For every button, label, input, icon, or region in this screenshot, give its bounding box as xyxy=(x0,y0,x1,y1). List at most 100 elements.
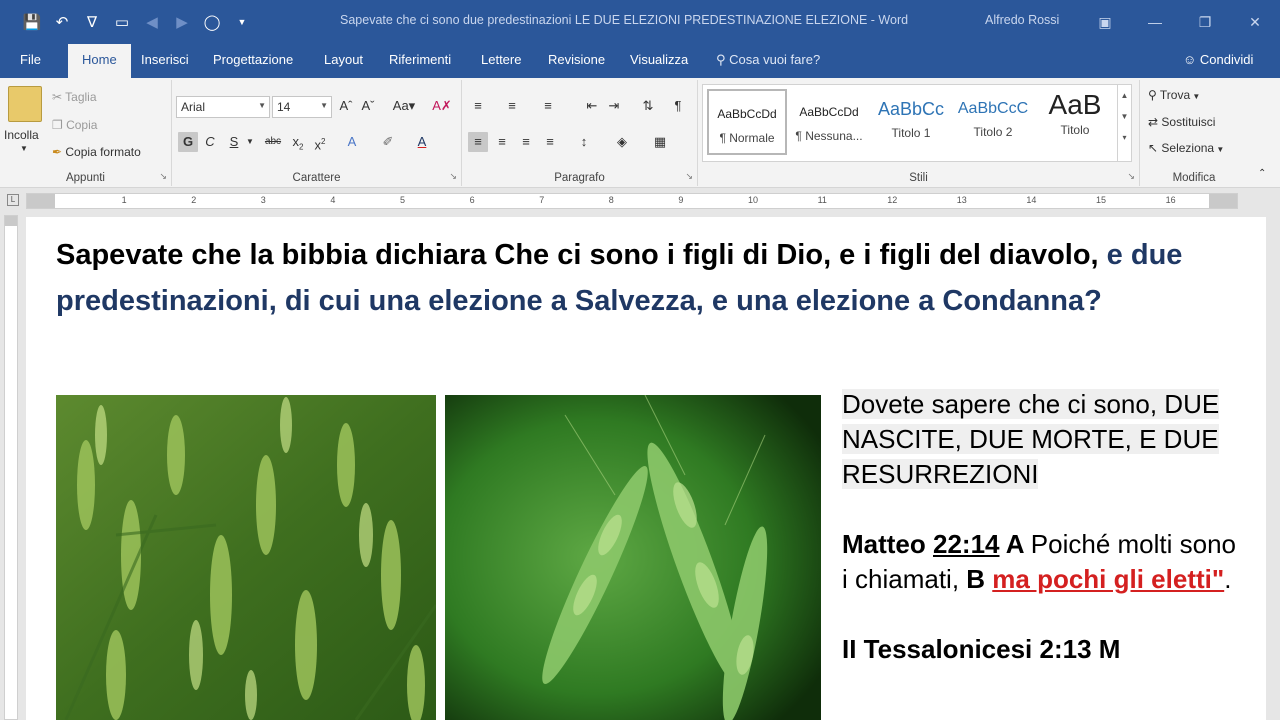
change-case-icon[interactable]: Aa▾ xyxy=(390,96,418,116)
increase-indent-icon[interactable]: ⇥ xyxy=(604,96,624,116)
find-button[interactable]: ⚲ Trova ▼ xyxy=(1148,88,1200,102)
align-left-icon[interactable]: ≡ xyxy=(468,132,488,152)
customize-qat-icon[interactable]: ▼ xyxy=(230,10,254,34)
collapse-ribbon-icon[interactable]: ⌃ xyxy=(1258,168,1266,179)
clipboard-launcher-icon[interactable]: ↘ xyxy=(159,171,167,182)
tab-review[interactable]: Revisione xyxy=(548,52,605,67)
tab-file[interactable]: File xyxy=(20,52,41,67)
shading-icon[interactable]: ◈ xyxy=(612,132,632,152)
window-controls: ▣ — ❐ ✕ xyxy=(1080,0,1280,44)
justify-icon[interactable]: ≡ xyxy=(540,132,560,152)
borders-icon[interactable]: ▦ xyxy=(650,132,670,152)
chevron-down-icon: ▼ xyxy=(258,101,266,110)
sort-icon[interactable]: ⇅ xyxy=(638,96,658,116)
multilevel-list-icon[interactable]: ≡ xyxy=(538,96,558,116)
tab-references[interactable]: Riferimenti xyxy=(389,52,451,67)
ruler-number: 7 xyxy=(539,195,545,205)
quick-access-toolbar: 💾 ↶ ∇ ▭ ◀ ▶ ◯ ▼ xyxy=(0,10,254,34)
document-page[interactable]: Sapevate che la bibbia dichiara Che ci s… xyxy=(26,217,1266,720)
tab-mailings[interactable]: Lettere xyxy=(481,52,521,67)
print-preview-icon[interactable]: ▭ xyxy=(110,10,134,34)
circle-icon[interactable]: ◯ xyxy=(200,10,224,34)
font-name-value: Arial xyxy=(181,100,206,114)
style-heading-1[interactable]: AaBbCc Titolo 1 xyxy=(871,89,951,155)
back-icon[interactable]: ◀ xyxy=(140,10,164,34)
chevron-down-icon: ▼ xyxy=(320,101,328,110)
chevron-down-icon[interactable]: ▼ xyxy=(1118,112,1131,121)
styles-scroll[interactable]: ▲ ▼ ▾ xyxy=(1117,85,1131,161)
numbering-icon[interactable]: ≡ xyxy=(502,96,522,116)
subscript-button[interactable]: x2 xyxy=(288,132,308,152)
font-color-icon[interactable]: A xyxy=(412,132,432,152)
maximize-icon[interactable]: ❐ xyxy=(1180,14,1230,31)
style-preview: AaBbCcDd xyxy=(799,105,859,119)
wheat-field-photo[interactable] xyxy=(56,395,436,720)
copy-button[interactable]: ❐ Copia xyxy=(52,118,97,132)
horizontal-ruler[interactable]: 1 2 3 4 5 6 7 8 9 10 11 12 13 14 15 16 xyxy=(26,193,1238,209)
select-label: Seleziona xyxy=(1161,141,1215,155)
format-painter-button[interactable]: ✒ Copia formato xyxy=(52,145,141,159)
style-no-spacing[interactable]: AaBbCcDd ¶ Nessuna... xyxy=(789,89,869,155)
forward-icon[interactable]: ▶ xyxy=(170,10,194,34)
close-icon[interactable]: ✕ xyxy=(1230,14,1280,31)
ruler-bar: L 1 2 3 4 5 6 7 8 9 10 11 12 13 14 15 16 xyxy=(0,189,1280,215)
undo-icon[interactable]: ↶ xyxy=(50,10,74,34)
align-right-icon[interactable]: ≡ xyxy=(516,132,536,152)
styles-launcher-icon[interactable]: ↘ xyxy=(1127,171,1135,182)
ruler-number: 16 xyxy=(1165,195,1176,205)
clear-formatting-icon[interactable]: A✗ xyxy=(432,96,452,116)
bold-button[interactable]: G xyxy=(178,132,198,152)
select-button[interactable]: ↖ Seleziona ▼ xyxy=(1148,141,1224,155)
tab-design[interactable]: Progettazione xyxy=(213,52,293,67)
copy-icon: ❐ xyxy=(52,118,67,132)
italic-button[interactable]: C xyxy=(200,132,220,152)
replace-button[interactable]: ⇄ Sostituisci xyxy=(1148,115,1215,129)
tell-me-box[interactable]: ⚲ Cosa vuoi fare? xyxy=(716,52,820,68)
font-name-dropdown[interactable]: Arial ▼ xyxy=(176,96,270,118)
style-normal[interactable]: AaBbCcDd ¶ Normale xyxy=(707,89,787,155)
chevron-up-icon[interactable]: ▲ xyxy=(1118,91,1131,100)
font-launcher-icon[interactable]: ↘ xyxy=(449,171,457,182)
side-text-column[interactable]: Dovete sapere che ci sono, DUE NASCITE, … xyxy=(842,387,1237,702)
wheat-ears-image xyxy=(445,395,821,720)
verse-end: . xyxy=(1224,564,1232,594)
tab-view[interactable]: Visualizza xyxy=(630,52,688,67)
decrease-indent-icon[interactable]: ⇤ xyxy=(582,96,602,116)
paste-icon[interactable] xyxy=(8,86,42,122)
minimize-icon[interactable]: — xyxy=(1130,14,1180,30)
grow-font-icon[interactable]: Aˆ xyxy=(336,96,356,116)
line-spacing-icon[interactable]: ↕ xyxy=(574,132,594,152)
search-icon: ⚲ xyxy=(1148,88,1160,102)
paragraph-launcher-icon[interactable]: ↘ xyxy=(685,171,693,182)
format-painter-qat-icon[interactable]: ∇ xyxy=(80,10,104,34)
align-center-icon[interactable]: ≡ xyxy=(492,132,512,152)
superscript-button[interactable]: x2 xyxy=(310,132,330,152)
wheat-ears-photo[interactable] xyxy=(445,395,821,720)
paste-button[interactable]: Incolla xyxy=(4,128,39,142)
user-name[interactable]: Alfredo Rossi xyxy=(985,13,1059,27)
share-button[interactable]: ☺ Condividi xyxy=(1183,52,1253,67)
ribbon-display-icon[interactable]: ▣ xyxy=(1080,14,1130,31)
tab-layout[interactable]: Layout xyxy=(324,52,363,67)
cut-button[interactable]: ✂ Taglia xyxy=(52,90,97,104)
underline-dropdown-icon[interactable]: ▼ xyxy=(240,132,260,152)
paste-dropdown-icon[interactable]: ▼ xyxy=(20,144,28,153)
tab-home[interactable]: Home xyxy=(68,44,131,78)
group-paragraph: ≡ ≡ ≡ ⇤ ⇥ ⇅ ¶ ≡ ≡ ≡ ≡ ↕ ◈ ▦ Paragrafo ↘ xyxy=(462,80,698,186)
tab-selector-icon[interactable]: L xyxy=(7,194,19,206)
highlight-color-icon[interactable]: ✐ xyxy=(378,132,398,152)
font-size-dropdown[interactable]: 14 ▼ xyxy=(272,96,332,118)
shrink-font-icon[interactable]: Aˇ xyxy=(358,96,378,116)
bullets-icon[interactable]: ≡ xyxy=(468,96,488,116)
show-marks-icon[interactable]: ¶ xyxy=(668,96,688,116)
document-heading[interactable]: Sapevate che la bibbia dichiara Che ci s… xyxy=(56,233,1206,324)
ruler-number: 2 xyxy=(191,195,197,205)
vertical-ruler[interactable] xyxy=(4,215,18,720)
style-heading-2[interactable]: AaBbCcC Titolo 2 xyxy=(953,89,1033,155)
more-styles-icon[interactable]: ▾ xyxy=(1118,133,1131,142)
strikethrough-button[interactable]: abc xyxy=(260,132,286,152)
save-icon[interactable]: 💾 xyxy=(20,10,44,34)
tab-insert[interactable]: Inserisci xyxy=(141,52,189,67)
style-title[interactable]: AaB Titolo xyxy=(1035,89,1115,155)
text-effects-icon[interactable]: A xyxy=(342,132,362,152)
